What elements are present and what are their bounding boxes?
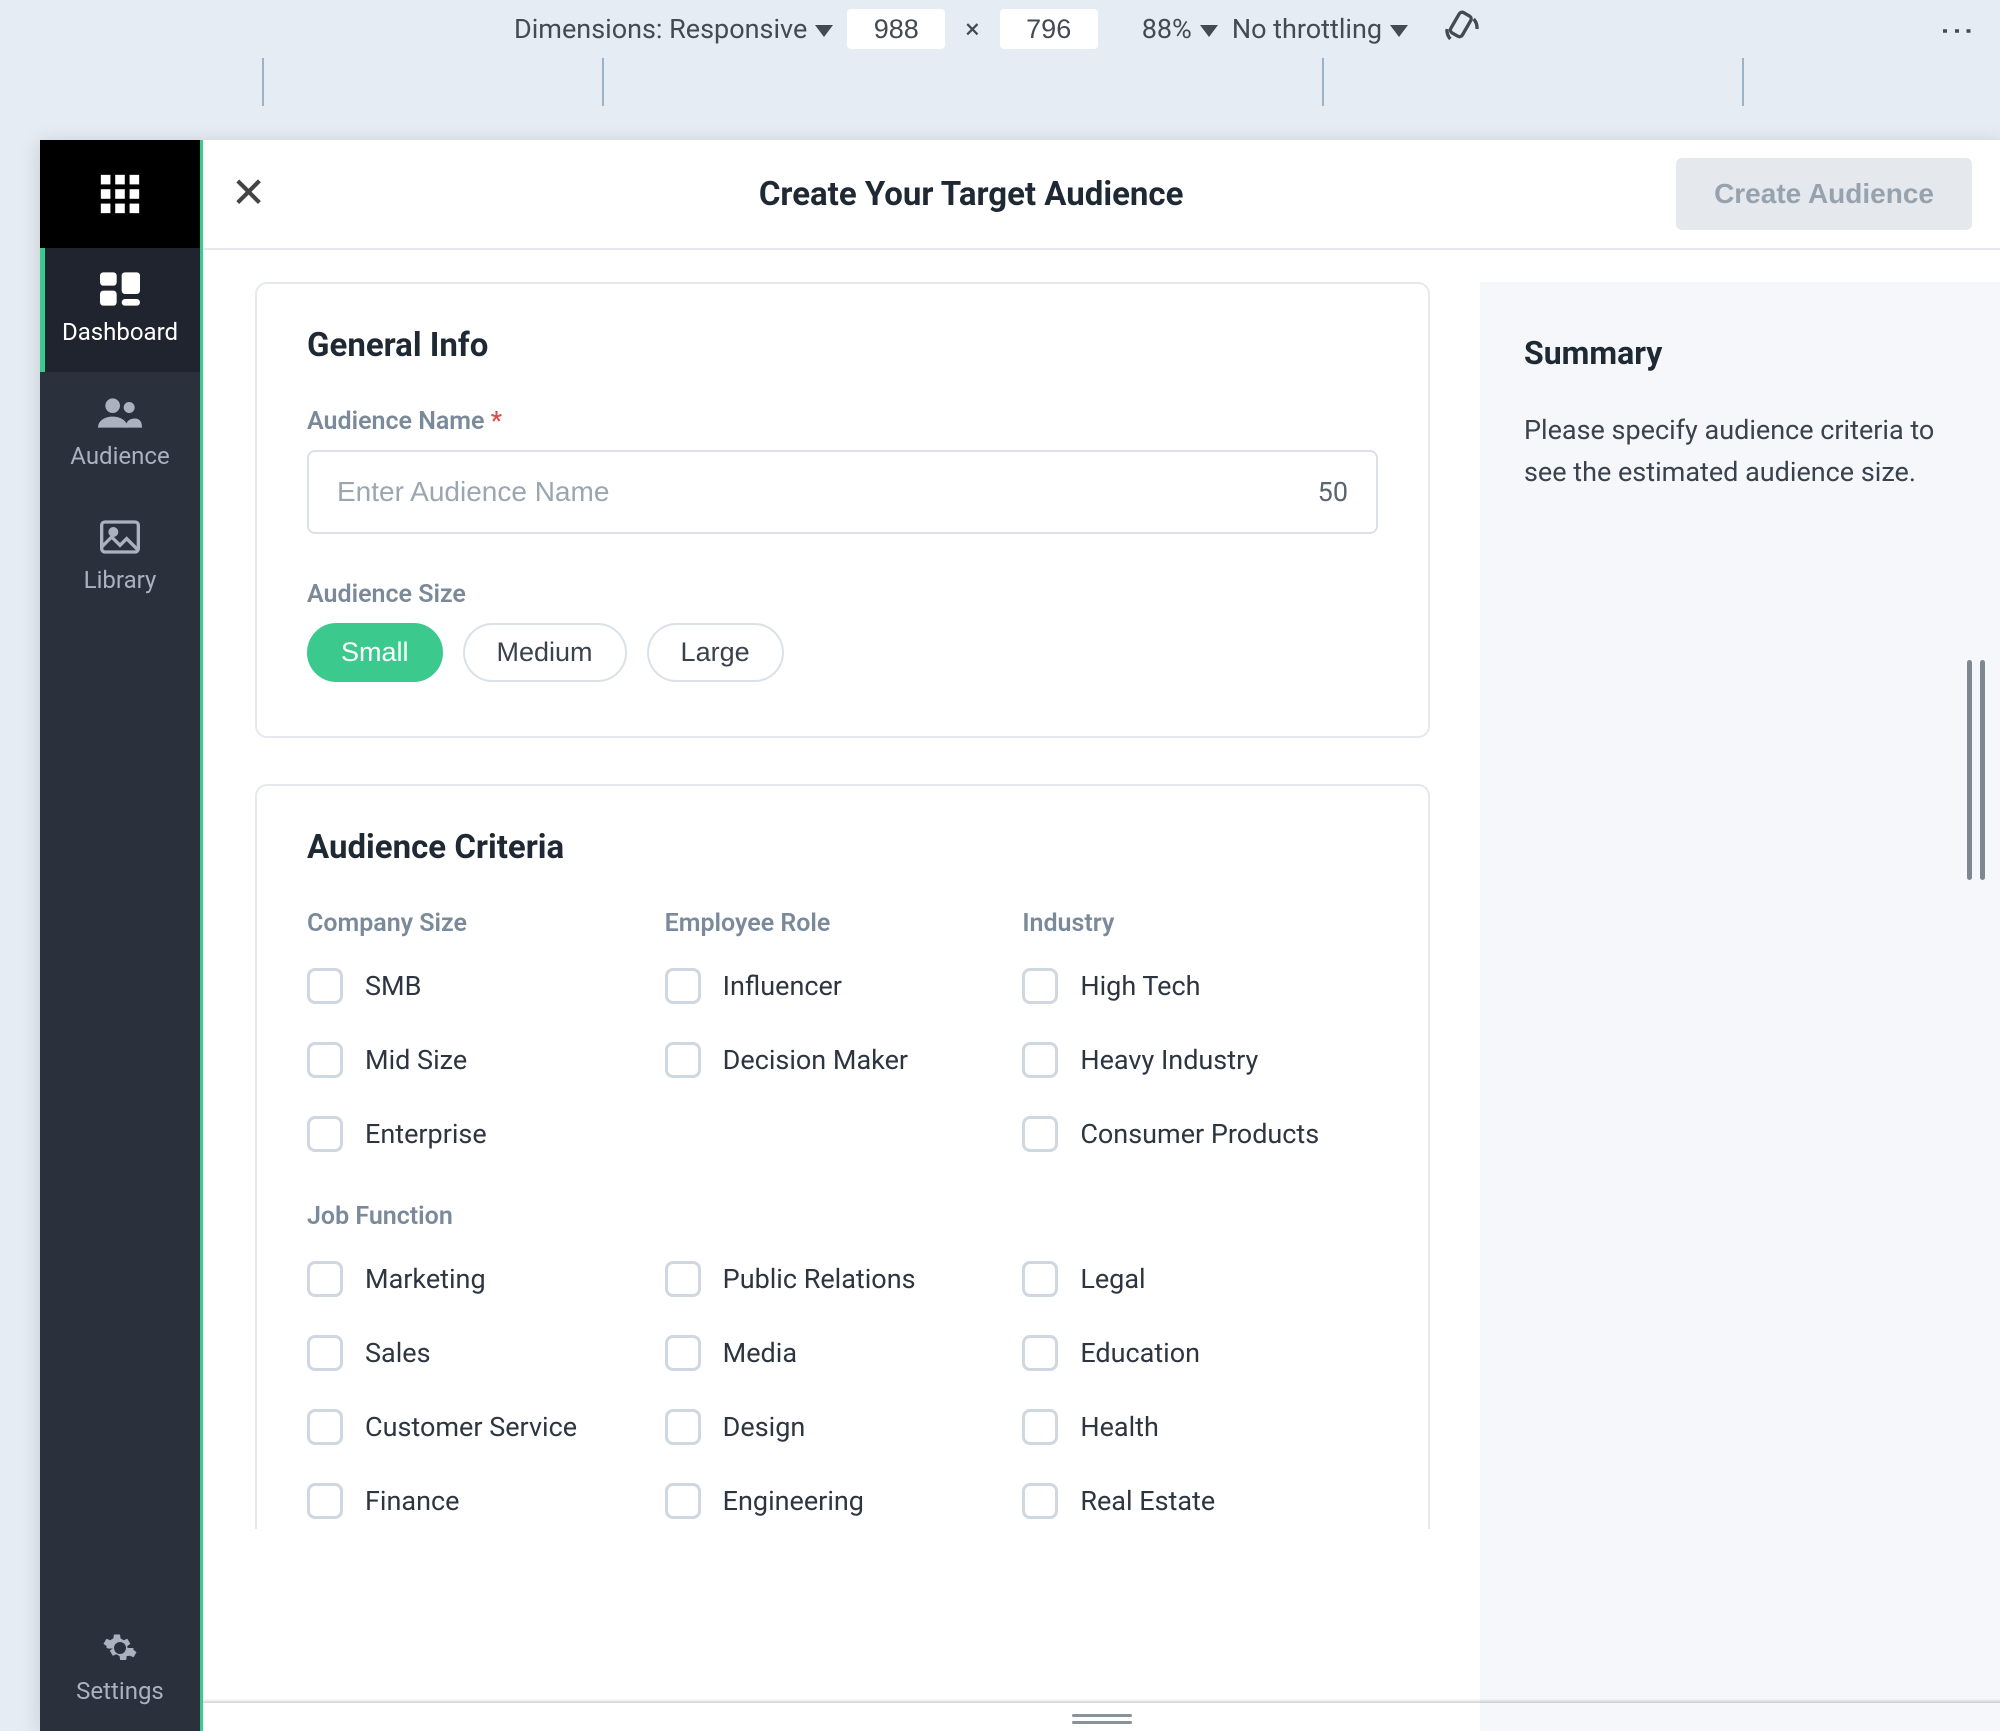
- more-icon[interactable]: ⋮: [1940, 14, 1974, 45]
- image-icon: [100, 518, 140, 556]
- criteria-heading: Audience Criteria: [307, 828, 1378, 867]
- breakpoint-ruler: [0, 58, 2000, 106]
- audience-criteria-card: Audience Criteria Company Size SMB Mid S…: [255, 784, 1430, 1529]
- sidebar-item-label: Settings: [76, 1677, 164, 1705]
- app-logo[interactable]: [40, 140, 200, 248]
- rotate-icon[interactable]: [1442, 9, 1482, 49]
- sidebar-item-label: Audience: [70, 442, 169, 470]
- audience-size-label: Audience Size: [307, 580, 1378, 609]
- chk-job-pr[interactable]: Public Relations: [665, 1261, 1021, 1297]
- audience-name-field[interactable]: 50: [307, 450, 1378, 534]
- main-panel: ✕ Create Your Target Audience Create Aud…: [200, 140, 2000, 1731]
- company-size-label: Company Size: [307, 909, 663, 938]
- dashboard-icon: [100, 270, 140, 308]
- size-pill-small[interactable]: Small: [307, 623, 443, 682]
- general-info-heading: General Info: [307, 326, 1378, 365]
- industry-group: Industry High Tech Heavy Industry Consum…: [1022, 909, 1378, 1152]
- job-function-label: Job Function: [307, 1202, 1378, 1231]
- name-char-counter: 50: [1318, 476, 1348, 508]
- chk-role-influencer[interactable]: Influencer: [665, 968, 1021, 1004]
- chk-job-finance[interactable]: Finance: [307, 1483, 663, 1519]
- summary-heading: Summary: [1524, 334, 1956, 372]
- viewport-width-input[interactable]: [847, 9, 945, 49]
- throttling-dropdown[interactable]: No throttling: [1232, 13, 1408, 45]
- chk-company-enterprise[interactable]: Enterprise: [307, 1116, 663, 1152]
- industry-label: Industry: [1022, 909, 1378, 938]
- chk-industry-hightech[interactable]: High Tech: [1022, 968, 1378, 1004]
- sidebar-item-label: Library: [84, 566, 157, 594]
- chk-industry-heavy[interactable]: Heavy Industry: [1022, 1042, 1378, 1078]
- sidebar-item-settings[interactable]: Settings: [40, 1607, 200, 1731]
- grid-icon: [97, 171, 143, 217]
- sidebar-item-library[interactable]: Library: [40, 496, 200, 620]
- size-pill-medium[interactable]: Medium: [463, 623, 627, 682]
- chk-job-legal[interactable]: Legal: [1022, 1261, 1378, 1297]
- audience-name-input[interactable]: [337, 476, 1318, 508]
- size-pill-large[interactable]: Large: [647, 623, 784, 682]
- devtools-drawer-handle[interactable]: [1072, 1711, 1132, 1727]
- page-topbar: ✕ Create Your Target Audience Create Aud…: [203, 140, 2000, 250]
- responsive-viewport: Dashboard Audience Library Settings: [40, 140, 2000, 1731]
- content-shadow: [203, 1699, 2000, 1703]
- chk-company-smb[interactable]: SMB: [307, 968, 663, 1004]
- sidebar-item-label: Dashboard: [62, 318, 178, 346]
- people-icon: [98, 394, 142, 432]
- summary-text: Please specify audience criteria to see …: [1524, 410, 1956, 494]
- audience-name-label: Audience Name *: [307, 407, 1378, 436]
- chk-job-marketing[interactable]: Marketing: [307, 1261, 663, 1297]
- viewport-resize-handle[interactable]: [1964, 660, 1988, 880]
- chk-job-education[interactable]: Education: [1022, 1335, 1378, 1371]
- dimensions-dropdown[interactable]: Dimensions: Responsive: [514, 13, 833, 45]
- close-icon[interactable]: ✕: [231, 173, 266, 215]
- viewport-height-input[interactable]: [1000, 9, 1098, 49]
- devtools-device-bar: Dimensions: Responsive × 88% No throttli…: [0, 0, 2000, 58]
- chk-job-health[interactable]: Health: [1022, 1409, 1378, 1445]
- sidebar-item-dashboard[interactable]: Dashboard: [40, 248, 200, 372]
- chk-job-customer-service[interactable]: Customer Service: [307, 1409, 663, 1445]
- chk-job-real-estate[interactable]: Real Estate: [1022, 1483, 1378, 1519]
- chk-job-engineering[interactable]: Engineering: [665, 1483, 1021, 1519]
- job-function-group: Job Function Marketing Public Relations …: [307, 1202, 1378, 1519]
- company-size-group: Company Size SMB Mid Size Enterprise: [307, 909, 663, 1152]
- audience-size-group: Small Medium Large: [307, 623, 1378, 682]
- chk-job-media[interactable]: Media: [665, 1335, 1021, 1371]
- chk-company-midsize[interactable]: Mid Size: [307, 1042, 663, 1078]
- create-audience-button[interactable]: Create Audience: [1676, 158, 1972, 230]
- sidebar-item-audience[interactable]: Audience: [40, 372, 200, 496]
- zoom-dropdown[interactable]: 88%: [1142, 13, 1218, 45]
- chk-role-decision-maker[interactable]: Decision Maker: [665, 1042, 1021, 1078]
- employee-role-group: Employee Role Influencer Decision Maker: [665, 909, 1021, 1152]
- app-sidebar: Dashboard Audience Library Settings: [40, 140, 200, 1731]
- gear-icon: [102, 1629, 138, 1667]
- employee-role-label: Employee Role: [665, 909, 1021, 938]
- summary-panel: Summary Please specify audience criteria…: [1480, 282, 2000, 1731]
- chk-job-design[interactable]: Design: [665, 1409, 1021, 1445]
- dimensions-separator: ×: [959, 13, 985, 45]
- chk-job-sales[interactable]: Sales: [307, 1335, 663, 1371]
- page-title: Create Your Target Audience: [286, 175, 1656, 214]
- general-info-card: General Info Audience Name * 50 Audience…: [255, 282, 1430, 738]
- chk-industry-consumer[interactable]: Consumer Products: [1022, 1116, 1378, 1152]
